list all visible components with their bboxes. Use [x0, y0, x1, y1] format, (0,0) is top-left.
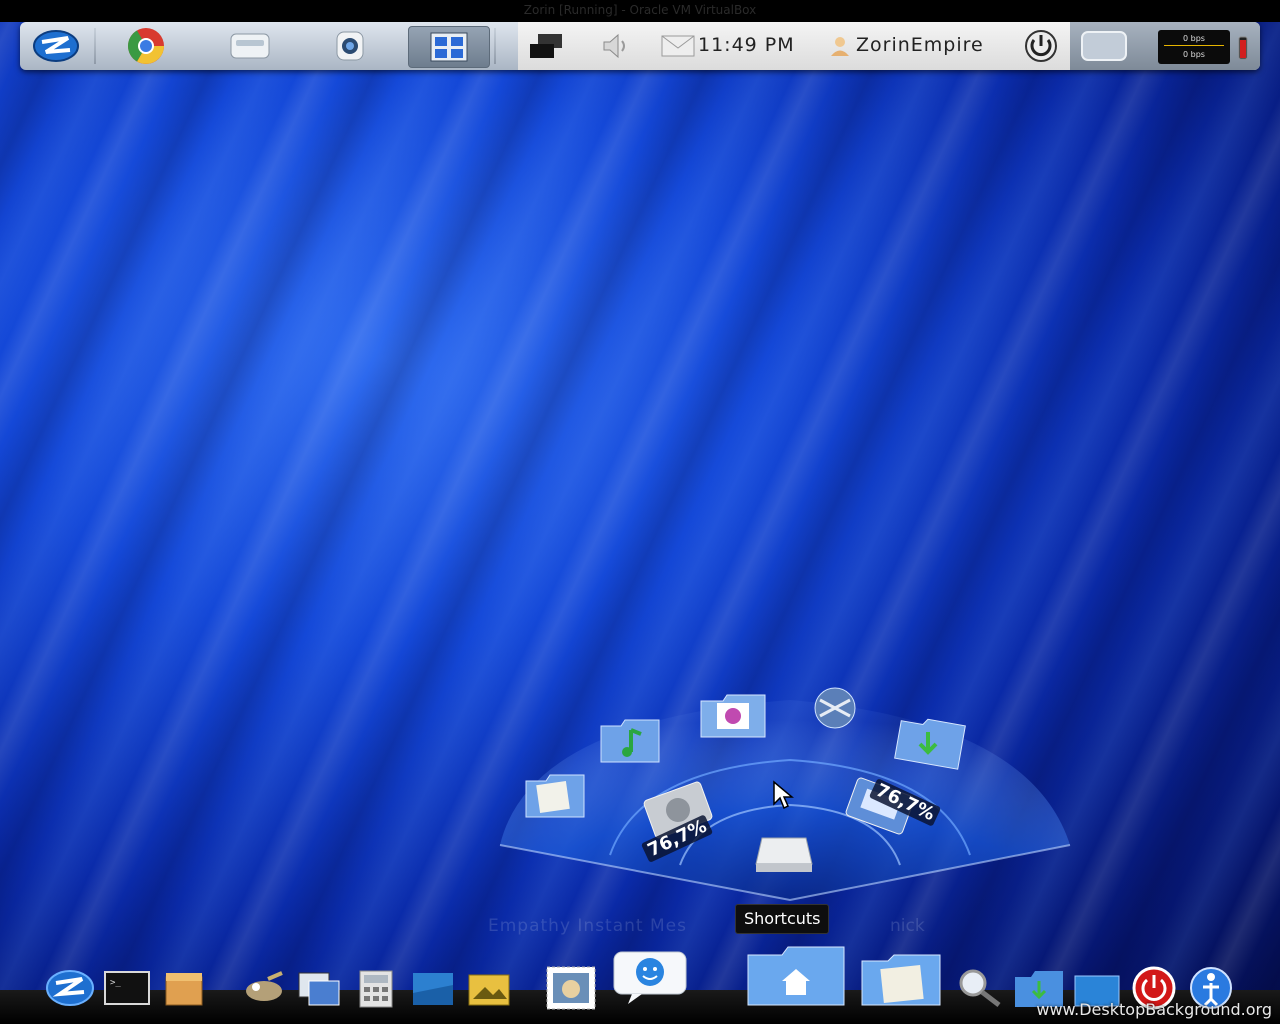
workspace-icon — [430, 32, 468, 62]
documents-folder-icon — [525, 774, 585, 818]
ghost-label: Empathy Instant Mes — [488, 916, 687, 936]
webcam-launcher[interactable] — [320, 26, 380, 66]
zorin-menu-button[interactable] — [26, 26, 86, 66]
window-title: Zorin [Running] - Oracle VM VirtualBox — [523, 3, 757, 17]
files-drive-icon — [230, 33, 270, 59]
mail-icon[interactable] — [660, 34, 696, 62]
dock-documents[interactable] — [858, 948, 944, 1010]
calculator-icon — [359, 970, 393, 1008]
dock-document[interactable] — [410, 970, 456, 1008]
fan-item-downloads[interactable] — [890, 708, 966, 770]
dock-gimp[interactable] — [238, 970, 288, 1006]
network-icon[interactable] — [528, 32, 566, 64]
user-name[interactable]: ZorinEmpire — [856, 34, 984, 56]
dock-empathy[interactable] — [612, 950, 688, 1006]
user-icon — [830, 35, 850, 61]
chrome-launcher[interactable] — [116, 26, 176, 66]
watermark: www.DesktopBackground.org — [1036, 1000, 1272, 1019]
folder-photos-icon — [468, 974, 510, 1006]
network-folder-icon — [814, 687, 856, 729]
documents-folder-icon — [861, 954, 941, 1006]
zorin-logo-icon — [46, 970, 94, 1006]
files-drive-launcher[interactable] — [220, 26, 280, 66]
fan-item-music[interactable] — [595, 710, 665, 770]
archive-icon — [165, 973, 203, 1006]
dock-search[interactable] — [954, 966, 1006, 1010]
fan-item-network[interactable] — [800, 680, 870, 740]
dock-archive[interactable] — [162, 968, 206, 1008]
battery-icon — [1238, 36, 1248, 64]
mouse-cursor — [772, 780, 795, 814]
home-folder-icon — [747, 946, 845, 1006]
dock-calculator[interactable] — [356, 968, 396, 1010]
chrome-icon — [128, 28, 164, 64]
ghost-label-2: nick — [890, 916, 925, 936]
virtualbox-title-bar: Zorin [Running] - Oracle VM VirtualBox — [0, 0, 1280, 22]
system-tray: 11:49 PM ZorinEmpire — [518, 22, 1070, 70]
gimp-icon — [246, 971, 283, 1001]
shortcuts-tooltip: Shortcuts — [735, 904, 830, 934]
power-icon[interactable] — [1023, 28, 1059, 68]
terminal-icon: >_ — [104, 971, 150, 1005]
dock-mail[interactable] — [544, 964, 598, 1012]
downloads-folder-icon — [894, 718, 966, 770]
panel-right-area: 0 bps 0 bps — [1070, 22, 1260, 70]
pictures-folder-icon — [700, 694, 766, 738]
clock[interactable]: 11:49 PM — [698, 34, 795, 56]
removable-drive-icon — [755, 837, 813, 872]
fan-item-documents[interactable] — [520, 765, 590, 825]
mail-stamp-icon — [546, 966, 596, 1010]
netmon-up: 0 bps — [1183, 34, 1205, 43]
fan-item-pictures[interactable] — [695, 685, 766, 745]
music-folder-icon — [600, 719, 660, 763]
webcam-icon — [336, 31, 364, 61]
zorin-menu-icon — [33, 30, 79, 62]
document-icon — [413, 973, 453, 1005]
empathy-icon — [613, 951, 687, 1004]
dock-zorin[interactable] — [44, 966, 96, 1010]
dock-home-folder[interactable] — [744, 940, 848, 1012]
dock-screenshot[interactable] — [296, 968, 342, 1008]
search-icon — [959, 969, 1001, 1007]
svg-text:>_: >_ — [110, 978, 121, 988]
workspace-switcher[interactable] — [408, 26, 490, 68]
dock-terminal[interactable]: >_ — [104, 970, 150, 1006]
network-monitor[interactable]: 0 bps 0 bps — [1158, 30, 1230, 64]
screenshot-icon — [298, 972, 340, 1006]
desktop-preview-icon[interactable] — [1080, 30, 1128, 66]
fan-item-removable[interactable] — [752, 828, 816, 876]
volume-icon[interactable] — [600, 32, 632, 64]
dock-photos[interactable] — [466, 968, 512, 1008]
top-panel: 11:49 PM ZorinEmpire 0 bps 0 bps — [20, 22, 1260, 70]
netmon-down: 0 bps — [1183, 50, 1205, 59]
